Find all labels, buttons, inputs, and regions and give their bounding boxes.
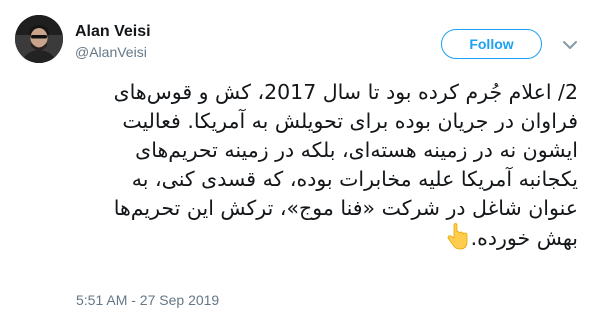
follow-button[interactable]: Follow: [441, 29, 542, 59]
chevron-down-icon[interactable]: [561, 36, 579, 54]
avatar[interactable]: [15, 15, 63, 63]
display-name[interactable]: Alan Veisi: [75, 22, 151, 42]
tweet-text-body: 2/ اعلام جُرم کرده بود تا سال 2017، کش و…: [113, 80, 578, 250]
user-handle[interactable]: @AlanVeisi: [75, 43, 151, 61]
tweet-timestamp[interactable]: 5:51 AM - 27 Sep 2019: [76, 291, 219, 309]
tweet-card: Alan Veisi @AlanVeisi Follow 2/ اعلام جُ…: [0, 0, 593, 320]
author-info[interactable]: Alan Veisi @AlanVeisi: [75, 22, 151, 61]
pointing-down-hand-icon: [445, 223, 471, 259]
tweet-text: 2/ اعلام جُرم کرده بود تا سال 2017، کش و…: [18, 78, 578, 259]
